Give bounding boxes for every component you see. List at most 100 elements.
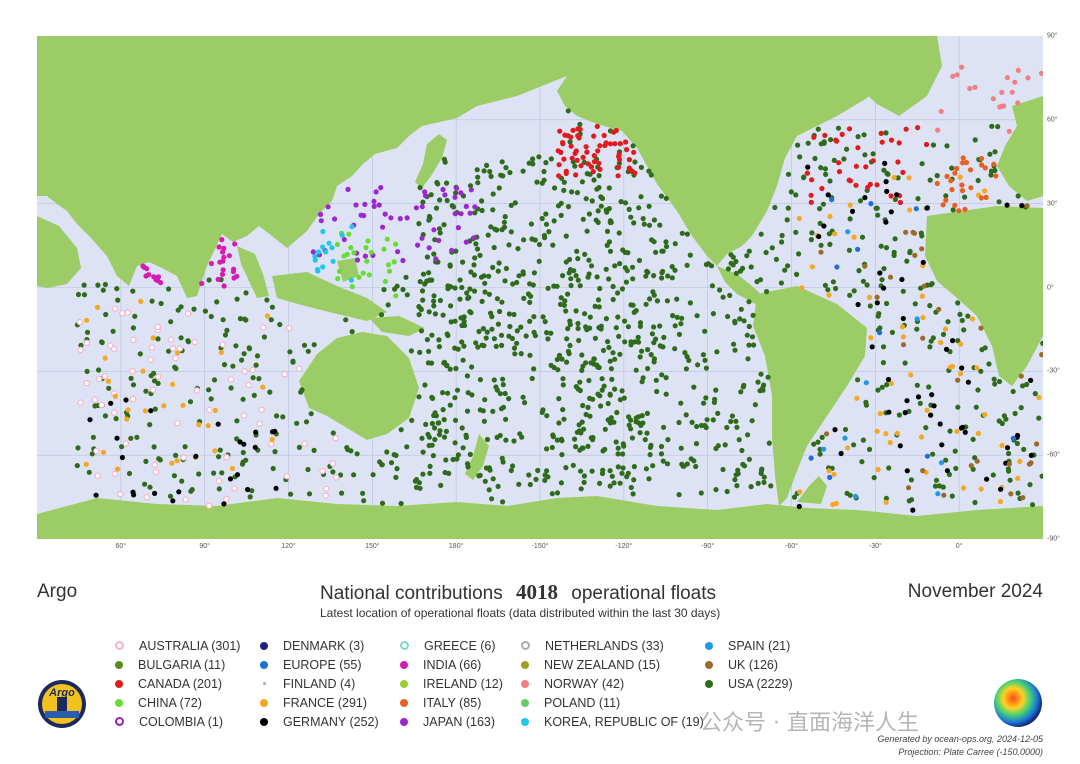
float-marker	[393, 293, 399, 299]
float-marker	[816, 233, 822, 240]
float-marker	[378, 185, 384, 191]
float-marker	[949, 187, 955, 193]
float-marker	[251, 392, 257, 398]
float-marker	[710, 417, 716, 423]
float-marker	[408, 348, 414, 354]
float-marker	[502, 278, 508, 284]
float-marker	[965, 379, 972, 385]
float-marker	[527, 481, 533, 488]
float-marker	[130, 288, 136, 294]
float-marker	[336, 268, 343, 274]
float-marker	[1017, 458, 1023, 464]
float-marker	[575, 325, 581, 332]
float-marker	[957, 311, 963, 317]
float-marker	[561, 302, 568, 308]
float-marker	[784, 217, 790, 223]
float-marker	[175, 350, 181, 356]
float-marker	[351, 472, 357, 478]
float-marker	[481, 343, 487, 349]
float-marker	[751, 342, 757, 348]
float-marker	[820, 201, 827, 207]
float-marker	[793, 192, 799, 198]
float-marker	[616, 333, 622, 339]
float-marker	[565, 291, 571, 297]
float-marker	[902, 410, 908, 416]
float-marker	[836, 169, 843, 175]
float-marker	[558, 149, 564, 155]
float-marker	[828, 137, 834, 143]
float-marker	[463, 239, 469, 245]
argo-logo-text: Argo	[48, 687, 75, 699]
float-marker	[595, 208, 601, 214]
float-marker	[577, 379, 583, 385]
float-marker	[584, 327, 590, 333]
float-marker	[591, 159, 598, 165]
float-marker	[452, 395, 458, 401]
float-marker	[230, 363, 236, 369]
float-marker	[128, 435, 134, 441]
float-marker	[122, 440, 130, 447]
float-marker	[77, 399, 84, 406]
float-marker	[908, 477, 915, 483]
float-marker	[267, 440, 275, 448]
float-marker	[558, 480, 565, 486]
float-marker	[460, 357, 466, 363]
float-marker	[845, 445, 851, 451]
legend-item: AUSTRALIA (301)	[115, 636, 240, 655]
float-marker	[260, 384, 266, 390]
float-marker	[879, 277, 885, 283]
float-marker	[150, 335, 156, 341]
float-marker	[554, 490, 561, 496]
float-marker	[619, 286, 626, 292]
float-marker	[362, 253, 368, 259]
float-marker	[217, 447, 223, 453]
float-marker	[736, 437, 742, 443]
legend-label: DENMARK (3)	[283, 638, 365, 653]
float-marker	[575, 133, 581, 139]
float-marker	[520, 394, 526, 400]
float-marker	[485, 232, 491, 238]
float-marker	[587, 395, 593, 401]
float-marker	[320, 244, 326, 250]
float-marker	[579, 367, 585, 373]
float-marker	[650, 289, 656, 295]
float-marker	[529, 375, 535, 382]
float-marker	[220, 267, 226, 273]
float-marker	[604, 242, 610, 248]
float-marker	[919, 161, 925, 167]
float-marker	[445, 332, 451, 339]
float-marker	[610, 283, 616, 290]
legend-marker-icon	[115, 660, 123, 669]
float-marker	[522, 400, 528, 406]
float-marker	[639, 348, 645, 354]
float-marker	[603, 316, 610, 322]
float-marker	[580, 154, 586, 160]
float-marker	[264, 313, 271, 319]
float-marker	[231, 275, 237, 281]
float-marker	[943, 346, 950, 352]
float-marker	[214, 299, 220, 305]
float-marker	[844, 146, 850, 152]
legend-item: NEW ZEALAND (15)	[521, 655, 704, 674]
float-marker	[920, 259, 926, 265]
float-marker	[155, 336, 161, 342]
legend-item: JAPAN (163)	[400, 712, 503, 731]
float-marker	[702, 328, 708, 334]
float-marker	[733, 418, 739, 424]
float-marker	[691, 458, 697, 464]
float-marker	[827, 241, 833, 247]
legend-column: AUSTRALIA (301) BULGARIA (11) CANADA (201)…	[115, 636, 240, 731]
float-marker	[378, 312, 385, 318]
legend-label: NORWAY (42)	[544, 676, 625, 691]
float-marker	[896, 140, 902, 146]
float-marker	[221, 283, 227, 289]
float-marker	[607, 219, 613, 226]
float-marker	[568, 282, 574, 289]
float-marker	[827, 474, 833, 480]
float-marker	[500, 376, 506, 382]
float-marker	[86, 469, 92, 475]
float-marker	[881, 266, 887, 272]
float-marker	[227, 376, 235, 383]
float-marker	[320, 264, 326, 270]
float-marker	[622, 339, 628, 345]
